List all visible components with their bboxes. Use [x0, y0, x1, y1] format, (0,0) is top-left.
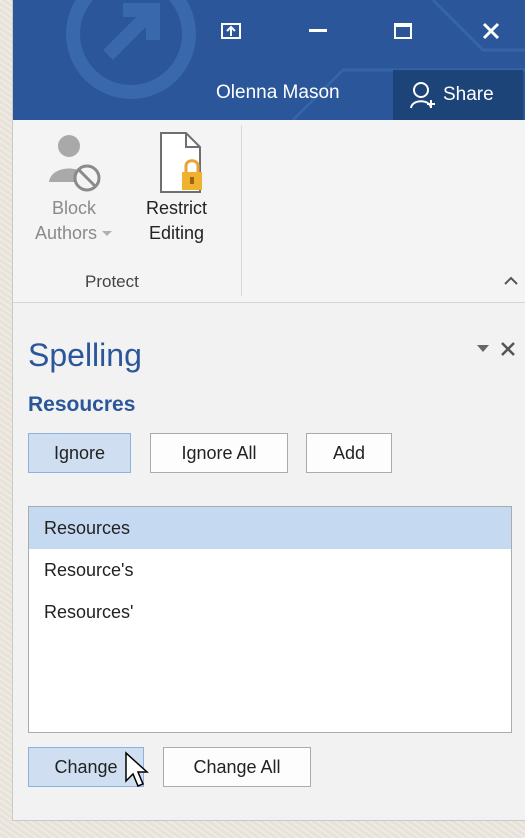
pane-controls — [476, 341, 516, 357]
close-icon — [482, 22, 500, 40]
protect-group-label: Protect — [85, 272, 139, 291]
ribbon-display-options-button[interactable] — [211, 14, 251, 48]
share-button[interactable]: Share — [393, 70, 523, 120]
word-window: Olenna Mason Share Block Authors Restric… — [12, 0, 525, 821]
block-authors-label-line1: Block — [52, 198, 97, 218]
minimize-button[interactable] — [298, 14, 338, 48]
suggestion-item[interactable]: Resources' — [29, 591, 511, 633]
ignore-button[interactable]: Ignore — [28, 433, 131, 473]
close-window-button[interactable] — [471, 14, 511, 48]
restrict-editing-label-line1: Restrict — [146, 198, 208, 218]
suggestion-item[interactable]: Resources — [29, 507, 511, 549]
suggestion-item[interactable]: Resource's — [29, 549, 511, 591]
block-authors-icon — [49, 135, 101, 192]
dropdown-icon[interactable] — [476, 344, 490, 354]
person-add-icon — [410, 82, 435, 109]
ignore-all-button[interactable]: Ignore All — [150, 433, 288, 473]
misspelled-word: Resoucres — [28, 393, 136, 416]
account-user-name[interactable]: Olenna Mason — [216, 82, 340, 104]
close-pane-icon[interactable] — [500, 341, 516, 357]
spelling-pane: Spelling Resoucres Ignore Ignore All Add… — [13, 303, 525, 820]
minimize-icon — [309, 29, 327, 32]
title-bar: Olenna Mason Share — [13, 0, 525, 120]
restrict-editing-label-line2: Editing — [148, 223, 205, 243]
ribbon-review-tab: Block Authors Restrict Editing Protect — [13, 120, 525, 303]
block-authors-label-line2: Authors — [35, 221, 113, 246]
block-authors-button[interactable]: Block Authors — [35, 130, 113, 246]
restrict-editing-button[interactable]: Restrict Editing — [146, 130, 207, 246]
group-separator — [241, 126, 242, 296]
maximize-icon — [394, 23, 412, 39]
block-authors-label-text: Authors — [35, 223, 98, 243]
add-button[interactable]: Add — [306, 433, 392, 473]
dropdown-arrow-icon — [102, 230, 113, 236]
collapse-ribbon-icon[interactable] — [501, 270, 521, 290]
suggestions-list[interactable]: Resources Resource's Resources' — [28, 506, 512, 733]
mouse-pointer-icon — [125, 751, 149, 787]
maximize-button[interactable] — [383, 14, 423, 48]
pane-title: Spelling — [28, 337, 142, 373]
change-all-button[interactable]: Change All — [163, 747, 311, 787]
share-label: Share — [443, 84, 494, 105]
lock-document-icon — [159, 132, 202, 193]
restore-ribbon-icon — [221, 23, 241, 39]
